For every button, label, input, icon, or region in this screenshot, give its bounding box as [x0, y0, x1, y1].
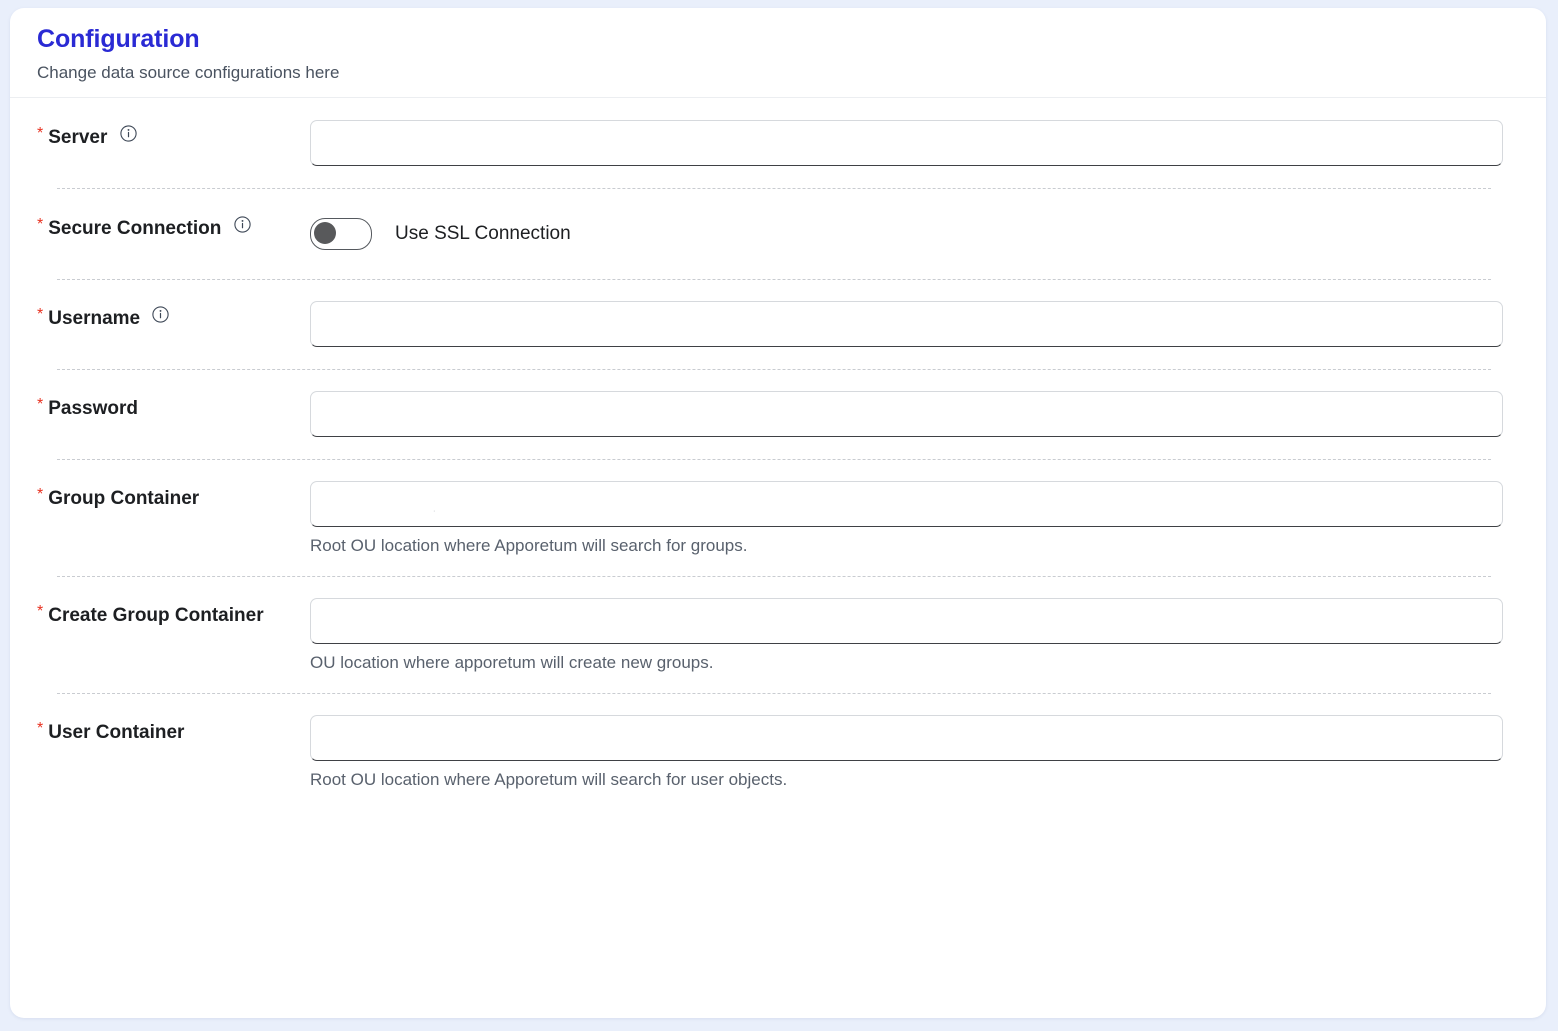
page-subtitle: Change data source configurations here	[37, 62, 340, 82]
form-row-user-container: * User Container Root OU location where …	[10, 694, 1546, 810]
user-container-input[interactable]	[310, 715, 1503, 762]
label-text-create-group-container: Create Group Container	[48, 605, 264, 627]
form-row-username: * Username	[10, 280, 1546, 369]
field-label-username: * Username	[37, 301, 310, 335]
required-asterisk: *	[37, 485, 44, 503]
field-label-group-container: * Group Container	[37, 481, 310, 515]
label-text-password: Password	[48, 397, 138, 419]
card-header: Configuration Change data source configu…	[10, 8, 1546, 97]
label-text-server: Server	[48, 126, 108, 148]
field-label-user-container: * User Container	[37, 715, 310, 749]
field-label-server: * Server	[37, 120, 310, 154]
server-input[interactable]	[310, 119, 1503, 166]
configuration-card: Configuration Change data source configu…	[10, 8, 1546, 1018]
configuration-form: * Server * Secure Connection Use SSL Con…	[10, 98, 1546, 811]
form-row-group-container: * Group Container ‧ Root OU location whe…	[10, 460, 1546, 576]
form-row-create-group-container: * Create Group Container OU location whe…	[10, 577, 1546, 693]
group-container-input[interactable]	[310, 480, 1503, 527]
info-circle-icon[interactable]	[120, 125, 137, 142]
required-asterisk: *	[37, 215, 44, 233]
info-circle-icon[interactable]	[152, 306, 170, 323]
field-label-create-group-container: * Create Group Container	[37, 598, 310, 632]
form-row-password: * Password	[10, 370, 1546, 459]
create-group-container-hint: OU location where apporetum will create …	[310, 653, 714, 673]
required-asterisk: *	[37, 395, 44, 413]
user-container-hint: Root OU location where Apporetum will se…	[310, 770, 788, 790]
label-text-secure-connection: Secure Connection	[48, 217, 222, 239]
form-row-secure-connection: * Secure Connection Use SSL Connection	[10, 189, 1546, 279]
field-label-password: * Password	[37, 391, 310, 425]
required-asterisk: *	[37, 720, 44, 738]
label-text-group-container: Group Container	[48, 487, 200, 509]
create-group-container-input[interactable]	[310, 598, 1503, 645]
use-ssl-toggle[interactable]	[310, 217, 372, 250]
username-input[interactable]	[310, 300, 1503, 347]
required-asterisk: *	[37, 603, 44, 621]
field-label-secure-connection: * Secure Connection	[37, 211, 310, 245]
required-asterisk: *	[37, 305, 44, 323]
label-text-username: Username	[48, 307, 141, 329]
info-circle-icon[interactable]	[234, 216, 251, 233]
toggle-knob	[314, 221, 336, 244]
page-title: Configuration	[37, 25, 200, 53]
label-text-user-container: User Container	[48, 722, 185, 744]
use-ssl-toggle-label: Use SSL Connection	[395, 223, 571, 245]
required-asterisk: *	[37, 124, 44, 142]
password-input[interactable]	[310, 390, 1503, 437]
form-row-server: * Server	[10, 98, 1546, 188]
group-container-hint: Root OU location where Apporetum will se…	[310, 535, 748, 555]
